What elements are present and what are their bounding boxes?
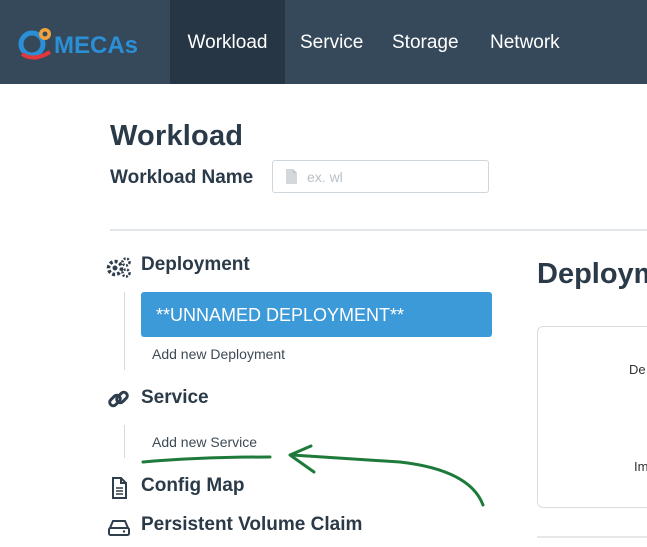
config-map-section-header[interactable]: Config Map <box>106 474 306 502</box>
link-icon <box>108 390 129 408</box>
service-tree-line <box>124 425 125 458</box>
detail-title: Deployment <box>537 258 647 290</box>
pvc-section-header[interactable]: Persistent Volume Claim <box>106 513 406 541</box>
service-section-header[interactable]: Service <box>106 386 266 414</box>
deployment-tree-line <box>124 292 125 370</box>
hdd-icon <box>108 520 130 536</box>
page-title: Workload <box>110 120 244 152</box>
workload-name-label: Workload Name <box>110 167 254 188</box>
detail-field-label: Im <box>634 459 647 474</box>
annotation-underline <box>141 455 272 464</box>
workload-name-field[interactable] <box>272 160 489 193</box>
brand-logo[interactable]: MECAs <box>12 24 162 64</box>
top-navbar: MECAs Workload Service Storage Network <box>0 0 647 84</box>
deployment-list-item[interactable]: **UNNAMED DEPLOYMENT** <box>141 292 492 337</box>
detail-card: De Im <box>537 326 647 508</box>
add-service-link[interactable]: Add new Service <box>152 434 257 450</box>
pvc-section-label: Persistent Volume Claim <box>141 514 363 535</box>
config-map-section-label: Config Map <box>141 475 245 496</box>
service-section-label: Service <box>141 387 209 408</box>
nav-storage[interactable]: Storage <box>392 0 459 84</box>
brand-text: MECAs <box>54 32 138 59</box>
workload-name-input[interactable] <box>307 166 477 188</box>
add-deployment-link[interactable]: Add new Deployment <box>152 346 285 362</box>
nav-workload[interactable]: Workload <box>170 0 285 84</box>
deployment-section-label: Deployment <box>141 254 250 275</box>
gears-icon <box>106 257 131 278</box>
nav-network[interactable]: Network <box>490 0 560 84</box>
detail-card-2 <box>537 536 647 547</box>
file-icon <box>112 477 127 499</box>
section-divider <box>110 229 647 231</box>
file-icon <box>286 169 297 184</box>
detail-field-label: De <box>629 362 646 377</box>
deployment-section-header[interactable]: Deployment <box>106 253 306 281</box>
cloud-gear-icon <box>18 28 52 60</box>
nav-service[interactable]: Service <box>300 0 363 84</box>
annotation-arrow-icon <box>290 453 485 507</box>
